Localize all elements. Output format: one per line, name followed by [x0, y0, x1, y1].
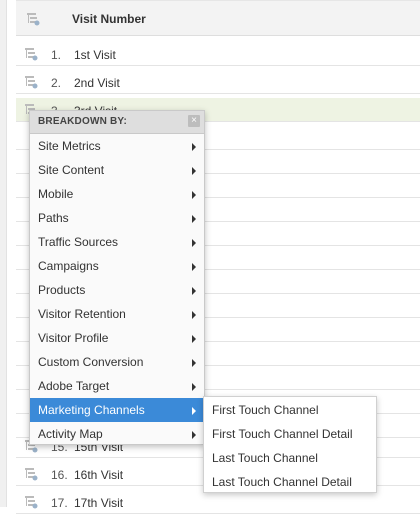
chevron-right-icon — [192, 143, 196, 151]
chevron-right-icon — [192, 359, 196, 367]
breakdown-icon[interactable] — [24, 47, 38, 61]
left-panel-edge — [0, 0, 7, 507]
menu-item-label: Visitor Profile — [38, 331, 109, 345]
chevron-right-icon — [192, 167, 196, 175]
table-row[interactable]: 2. 2nd Visit — [16, 70, 420, 94]
submenu-item-first-touch-channel[interactable]: First Touch Channel — [204, 398, 376, 422]
menu-item-label: Visitor Retention — [38, 307, 126, 321]
chevron-right-icon — [192, 407, 196, 415]
submenu-item-first-touch-channel-detail[interactable]: First Touch Channel Detail — [204, 422, 376, 446]
row-label: 17th Visit — [74, 496, 124, 510]
chevron-right-icon — [192, 239, 196, 247]
menu-item-paths[interactable]: Paths — [30, 206, 204, 230]
chevron-right-icon — [192, 287, 196, 295]
menu-item-custom-conversion[interactable]: Custom Conversion — [30, 350, 204, 374]
chevron-right-icon — [192, 335, 196, 343]
table-row[interactable]: 1. 1st Visit — [16, 42, 420, 66]
menu-item-activity-map[interactable]: Activity Map — [30, 422, 204, 446]
chevron-right-icon — [192, 191, 196, 199]
row-number: 1. — [51, 48, 62, 62]
menu-item-visitor-retention[interactable]: Visitor Retention — [30, 302, 204, 326]
row-number: 17. — [51, 496, 68, 510]
menu-item-marketing-channels[interactable]: Marketing Channels — [30, 398, 204, 422]
menu-item-traffic-sources[interactable]: Traffic Sources — [30, 230, 204, 254]
row-number: 2. — [51, 76, 62, 90]
breakdown-menu: BREAKDOWN BY: × Site Metrics Site Conten… — [29, 110, 205, 445]
submenu-item-last-touch-channel-detail[interactable]: Last Touch Channel Detail — [204, 470, 376, 494]
breakdown-menu-header: BREAKDOWN BY: × — [30, 111, 204, 134]
breakdown-menu-title: BREAKDOWN BY: — [38, 116, 128, 127]
menu-item-label: Products — [38, 283, 86, 297]
menu-item-site-content[interactable]: Site Content — [30, 158, 204, 182]
menu-item-label: Traffic Sources — [38, 235, 119, 249]
column-header-visit-number[interactable]: Visit Number — [72, 12, 146, 26]
close-icon[interactable]: × — [188, 115, 200, 127]
chevron-right-icon — [192, 263, 196, 271]
chevron-right-icon — [192, 215, 196, 223]
row-number: 16. — [51, 468, 68, 482]
menu-item-label: Paths — [38, 211, 69, 225]
menu-item-adobe-target[interactable]: Adobe Target — [30, 374, 204, 398]
row-label: 16th Visit — [74, 468, 124, 482]
row-label: 2nd Visit — [74, 76, 120, 90]
chevron-right-icon — [192, 383, 196, 391]
menu-item-label: Site Content — [38, 163, 105, 177]
menu-item-label: Mobile — [38, 187, 74, 201]
menu-item-mobile[interactable]: Mobile — [30, 182, 204, 206]
menu-item-label: Marketing Channels — [38, 403, 145, 417]
menu-item-site-metrics[interactable]: Site Metrics — [30, 134, 204, 158]
table-header: Visit Number — [16, 0, 420, 36]
chevron-right-icon — [192, 431, 196, 439]
menu-item-label: Custom Conversion — [38, 355, 144, 369]
menu-item-visitor-profile[interactable]: Visitor Profile — [30, 326, 204, 350]
chevron-right-icon — [192, 311, 196, 319]
menu-item-campaigns[interactable]: Campaigns — [30, 254, 204, 278]
marketing-channels-submenu: First Touch Channel First Touch Channel … — [203, 396, 377, 493]
breakdown-icon[interactable] — [24, 75, 38, 89]
submenu-item-last-touch-channel[interactable]: Last Touch Channel — [204, 446, 376, 470]
menu-item-label: Activity Map — [38, 427, 103, 441]
row-label: 1st Visit — [74, 48, 116, 62]
breakdown-icon[interactable] — [24, 467, 38, 481]
breakdown-icon[interactable] — [26, 12, 40, 26]
menu-item-label: Campaigns — [38, 259, 99, 273]
menu-item-products[interactable]: Products — [30, 278, 204, 302]
menu-item-label: Adobe Target — [38, 379, 110, 393]
menu-item-label: Site Metrics — [38, 139, 101, 153]
